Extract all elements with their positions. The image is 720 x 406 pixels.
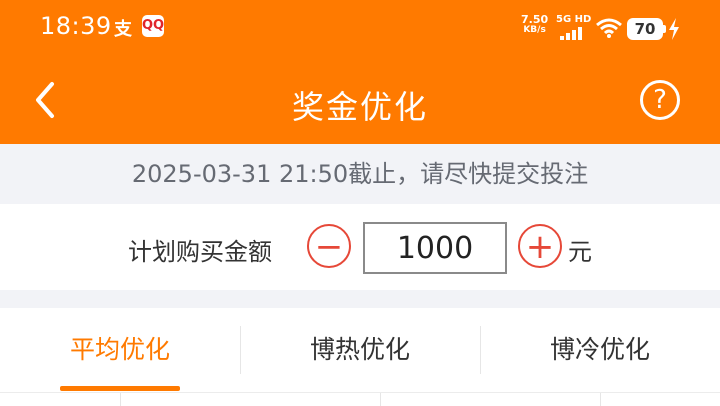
charging-icon	[669, 18, 679, 40]
deadline-notice: 2025-03-31 21:50截止，请尽快提交投注	[0, 144, 720, 204]
minus-icon: −	[314, 227, 344, 267]
status-time: 18:39	[40, 12, 112, 40]
battery-tip	[663, 25, 666, 33]
help-button[interactable]: ?	[640, 80, 680, 120]
tab-average-optimization[interactable]: 平均优化	[0, 308, 240, 392]
section-divider	[0, 290, 720, 308]
signal-label: 5G HD	[556, 14, 592, 25]
table-header	[0, 392, 720, 406]
increase-button[interactable]: +	[518, 224, 562, 268]
active-tab-indicator	[60, 386, 180, 391]
wifi-icon	[596, 18, 622, 38]
signal-icon	[560, 27, 582, 40]
column-divider	[600, 393, 601, 406]
column-divider	[380, 393, 381, 406]
net-speed-value: 7.50	[521, 13, 549, 26]
column-divider	[120, 393, 121, 406]
alipay-icon: 支	[114, 19, 132, 40]
amount-row: 计划购买金额 − + 元	[0, 204, 720, 290]
optimization-tabs: 平均优化 博热优化 博冷优化	[0, 308, 720, 392]
amount-label: 计划购买金额	[128, 238, 272, 266]
plus-icon: +	[525, 227, 555, 267]
amount-unit: 元	[568, 238, 592, 266]
page-title: 奖金优化	[291, 88, 428, 126]
status-bar: 18:39 支 QQ 7.50 KB/s 5G HD 70	[0, 0, 720, 56]
amount-input[interactable]	[363, 222, 507, 274]
help-icon: ?	[653, 85, 667, 115]
decrease-button[interactable]: −	[307, 224, 351, 268]
tab-hot-optimization[interactable]: 博热优化	[240, 308, 480, 392]
app-icon: QQ	[142, 15, 164, 37]
header: 奖金优化 ?	[0, 56, 720, 144]
net-speed: 7.50 KB/s	[521, 14, 548, 36]
battery-icon: 70	[627, 18, 663, 40]
tab-cold-optimization[interactable]: 博冷优化	[480, 308, 720, 392]
net-speed-unit: KB/s	[523, 25, 546, 35]
